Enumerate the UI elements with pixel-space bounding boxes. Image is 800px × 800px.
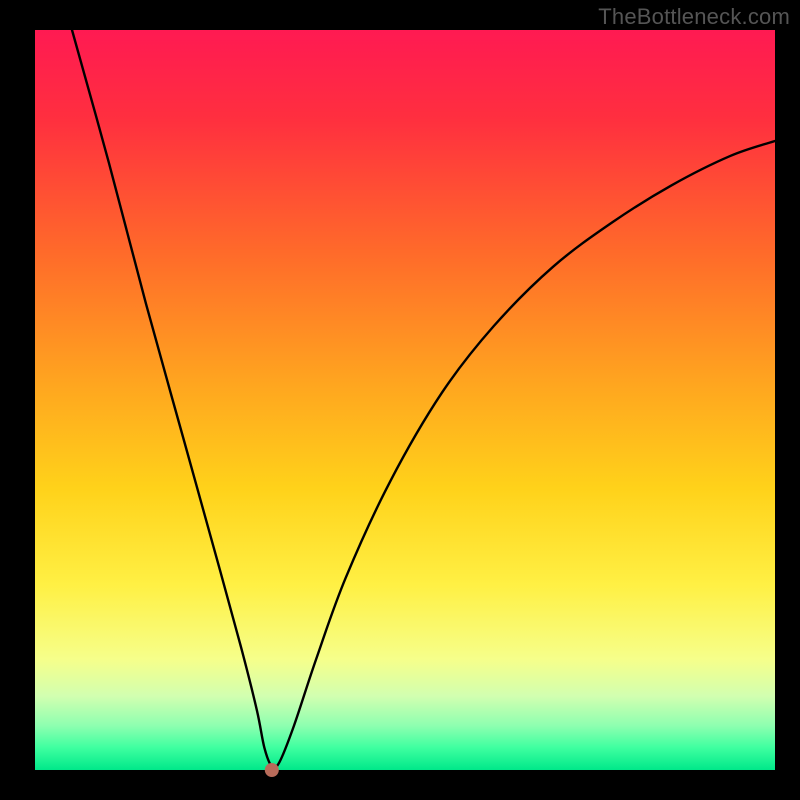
plot-background — [35, 30, 775, 770]
watermark-text: TheBottleneck.com — [598, 4, 790, 30]
bottleneck-chart — [0, 0, 800, 800]
chart-container: TheBottleneck.com — [0, 0, 800, 800]
min-point-marker — [265, 763, 279, 777]
